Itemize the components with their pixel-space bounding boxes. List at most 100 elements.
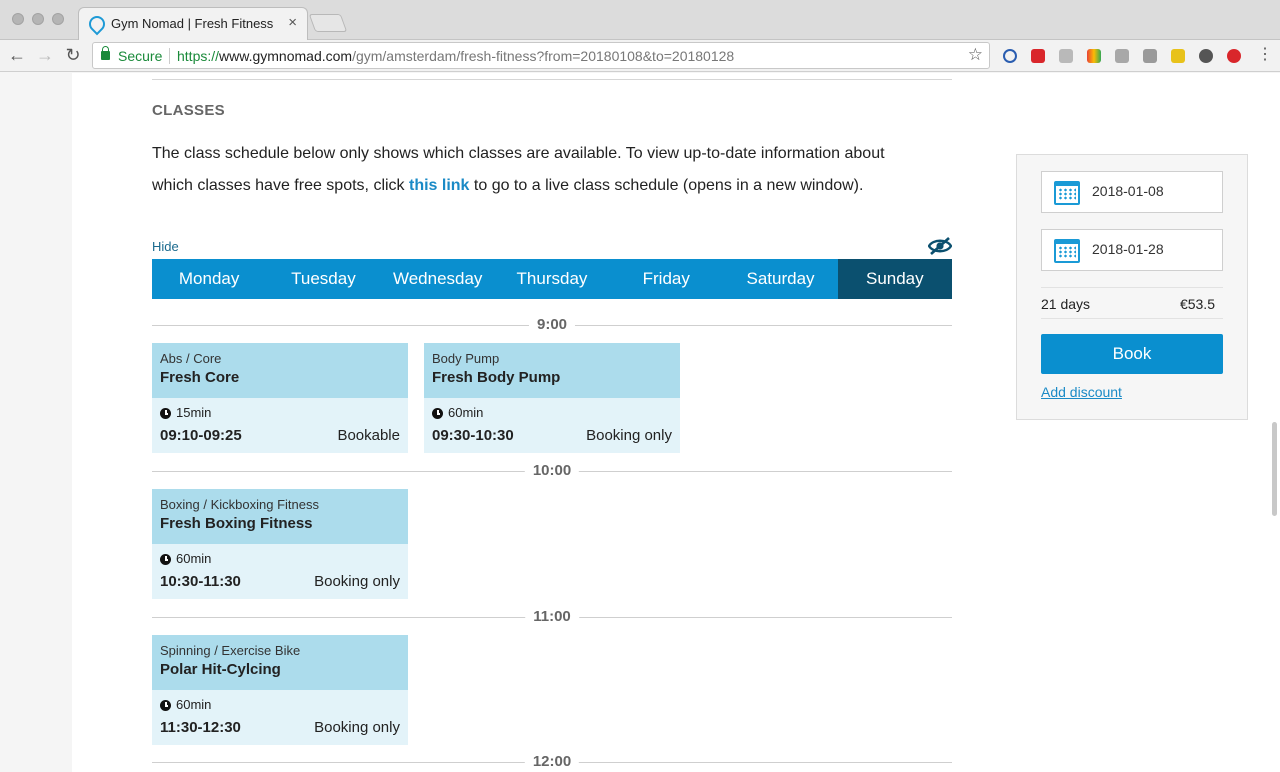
class-name: Fresh Core	[160, 369, 240, 386]
tab-close-icon[interactable]: ×	[288, 14, 297, 31]
url-host: www.gymnomad.com	[219, 48, 353, 64]
book-button[interactable]: Book	[1041, 334, 1223, 374]
time-label: 9:00	[528, 315, 576, 335]
reload-icon[interactable]: ↻	[62, 44, 84, 66]
time-divider: 9:00	[152, 315, 952, 335]
class-card[interactable]: Boxing / Kickboxing Fitness Fresh Boxing…	[152, 489, 408, 599]
class-card[interactable]: Spinning / Exercise Bike Polar Hit-Cylci…	[152, 635, 408, 745]
calendar-icon	[1054, 239, 1080, 263]
time-divider: 12:00	[152, 752, 952, 772]
zoom-window-button[interactable]	[52, 13, 64, 25]
bookmark-star-icon[interactable]: ☆	[968, 45, 983, 65]
rainbow-extension-icon[interactable]	[1087, 49, 1101, 63]
tab-title: Gym Nomad | Fresh Fitness	[111, 16, 274, 31]
class-card-details: 60min 10:30-11:30 Booking only	[152, 544, 408, 599]
address-separator	[169, 48, 170, 64]
class-name: Fresh Boxing Fitness	[160, 515, 313, 532]
lightbulb-extension-icon[interactable]	[1199, 49, 1213, 63]
tab-saturday[interactable]: Saturday	[723, 259, 837, 299]
booking-summary: 21 days €53.5	[1041, 287, 1223, 319]
class-card-details: 15min 09:10-09:25 Bookable	[152, 398, 408, 453]
time-divider: 10:00	[152, 461, 952, 481]
class-duration: 60min	[448, 405, 484, 420]
class-category: Body Pump	[432, 351, 500, 366]
calendar-icon	[1054, 181, 1080, 205]
shield-extension-icon[interactable]	[1171, 49, 1185, 63]
class-card-header: Abs / Core Fresh Core	[152, 343, 408, 398]
tab-sunday[interactable]: Sunday	[837, 259, 952, 299]
class-name: Polar Hit-Cylcing	[160, 661, 281, 678]
class-category: Abs / Core	[160, 351, 222, 366]
weekday-tabs: Monday Tuesday Wednesday Thursday Friday…	[152, 259, 952, 299]
class-card-details: 60min 11:30-12:30 Booking only	[152, 690, 408, 745]
time-label: 11:00	[525, 607, 579, 627]
class-name: Fresh Body Pump	[432, 369, 561, 386]
profile-extension-icon[interactable]	[1227, 49, 1241, 63]
start-date-field[interactable]: 2018-01-08	[1041, 171, 1223, 213]
class-card-details: 60min 09:30-10:30 Booking only	[424, 398, 680, 453]
class-card[interactable]: Body Pump Fresh Body Pump 60min 09:30-10…	[424, 343, 680, 453]
secure-label: Secure	[118, 48, 163, 64]
tab-thursday[interactable]: Thursday	[495, 259, 609, 299]
booking-price: €53.5	[1179, 296, 1215, 312]
section-divider	[152, 79, 952, 80]
booking-panel: 2018-01-08 2018-01-28 21 days €53.5 Book…	[1016, 154, 1248, 420]
class-status: Booking only	[314, 573, 400, 590]
url-text[interactable]: https://www.gymnomad.com/gym/amsterdam/f…	[177, 48, 734, 64]
class-duration: 60min	[176, 697, 212, 712]
menu-dots-icon[interactable]: ⋮	[1254, 44, 1276, 66]
class-time: 11:30-12:30	[160, 719, 241, 736]
class-card-header: Body Pump Fresh Body Pump	[424, 343, 680, 398]
eye-slash-icon[interactable]	[928, 236, 952, 256]
facebook-extension-icon[interactable]	[1115, 49, 1129, 63]
time-label: 12:00	[524, 752, 580, 772]
start-date-value: 2018-01-08	[1092, 183, 1164, 199]
time-divider: 11:00	[152, 607, 952, 627]
class-card-header: Spinning / Exercise Bike Polar Hit-Cylci…	[152, 635, 408, 690]
tab-wednesday[interactable]: Wednesday	[381, 259, 495, 299]
forward-arrow-icon[interactable]: →	[34, 44, 56, 66]
clock-icon	[432, 408, 443, 419]
tab-tuesday[interactable]: Tuesday	[266, 259, 380, 299]
gymnomad-favicon-icon	[85, 12, 109, 36]
scrollbar-thumb[interactable]	[1272, 422, 1277, 516]
end-date-value: 2018-01-28	[1092, 241, 1164, 257]
browser-tab[interactable]: Gym Nomad | Fresh Fitness ×	[78, 7, 308, 41]
class-duration: 60min	[176, 551, 212, 566]
new-tab-button[interactable]	[308, 14, 348, 32]
time-label: 10:00	[524, 461, 580, 481]
dropbox-extension-icon[interactable]	[1059, 49, 1073, 63]
hide-schedule-link[interactable]: Hide	[152, 239, 179, 254]
google-extension-icon[interactable]	[1143, 49, 1157, 63]
class-category: Boxing / Kickboxing Fitness	[160, 497, 319, 512]
url-scheme: https://	[177, 48, 220, 64]
live-schedule-link[interactable]: this link	[409, 177, 469, 194]
intro-text-end: to go to a live class schedule (opens in…	[469, 177, 864, 194]
class-status: Booking only	[586, 427, 672, 444]
class-duration: 15min	[176, 405, 212, 420]
class-card-header: Boxing / Kickboxing Fitness Fresh Boxing…	[152, 489, 408, 544]
minimize-window-button[interactable]	[32, 13, 44, 25]
class-status: Booking only	[314, 719, 400, 736]
address-bar[interactable]: Secure https://www.gymnomad.com/gym/amst…	[92, 42, 990, 69]
classes-intro-text: The class schedule below only shows whic…	[152, 138, 922, 202]
back-arrow-icon[interactable]: ←	[6, 44, 28, 66]
class-time: 09:10-09:25	[160, 427, 242, 444]
end-date-field[interactable]: 2018-01-28	[1041, 229, 1223, 271]
class-time: 09:30-10:30	[432, 427, 514, 444]
browser-titlebar: Gym Nomad | Fresh Fitness ×	[0, 0, 1280, 41]
close-window-button[interactable]	[12, 13, 24, 25]
clock-icon	[160, 700, 171, 711]
class-status: Bookable	[337, 427, 400, 444]
block-extension-icon[interactable]	[1003, 49, 1017, 63]
class-card[interactable]: Abs / Core Fresh Core 15min 09:10-09:25 …	[152, 343, 408, 453]
classes-heading: CLASSES	[152, 102, 225, 119]
tab-monday[interactable]: Monday	[152, 259, 266, 299]
add-discount-link[interactable]: Add discount	[1041, 384, 1122, 400]
class-category: Spinning / Exercise Bike	[160, 643, 301, 658]
clock-icon	[160, 554, 171, 565]
media-extension-icon[interactable]	[1031, 49, 1045, 63]
lock-icon	[101, 46, 110, 60]
duration-days: 21 days	[1041, 296, 1091, 312]
tab-friday[interactable]: Friday	[609, 259, 723, 299]
